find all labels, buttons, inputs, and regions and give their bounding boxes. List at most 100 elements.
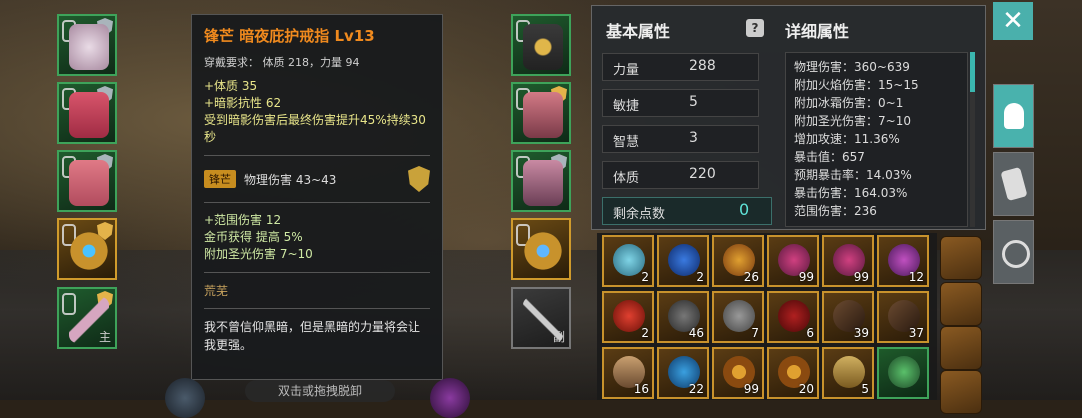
item-count: 99 bbox=[743, 382, 759, 396]
helmet-icon bbox=[69, 24, 109, 70]
unequip-hint: 双击或拖拽脱卸 bbox=[245, 380, 395, 402]
detail-item: 附加火焰伤害：15~15 bbox=[794, 78, 919, 92]
skill-orb[interactable] bbox=[430, 378, 470, 418]
stat-label: 敏捷 bbox=[613, 99, 640, 114]
detail-scrollbar[interactable] bbox=[970, 52, 975, 227]
equip-slot-main-weapon[interactable]: 主 bbox=[57, 287, 117, 349]
divider bbox=[204, 308, 430, 309]
inventory-slot[interactable] bbox=[877, 347, 929, 399]
item-count: 22 bbox=[688, 382, 704, 396]
inventory-slot[interactable]: 37 bbox=[877, 291, 929, 343]
inventory-slot[interactable]: 26 bbox=[712, 235, 764, 287]
item-count: 2 bbox=[696, 270, 704, 284]
item-count: 2 bbox=[641, 326, 649, 340]
stat-agility: 敏捷 5 bbox=[602, 89, 759, 117]
inventory-slot[interactable]: 99 bbox=[822, 235, 874, 287]
item-attr: +暗影抗性 62 bbox=[204, 96, 282, 110]
item-count: 99 bbox=[798, 270, 814, 284]
equip-slot-chest[interactable] bbox=[57, 82, 117, 144]
inventory-slot[interactable]: 99 bbox=[767, 235, 819, 287]
item-attr: 受到暗影伤害后最终伤害提升45%持续30秒 bbox=[204, 113, 426, 144]
inventory-slot[interactable]: 99 bbox=[712, 347, 764, 399]
bag-icon[interactable] bbox=[940, 282, 982, 326]
stat-label: 体质 bbox=[613, 171, 640, 186]
ring-icon bbox=[1002, 240, 1030, 268]
gloves-icon bbox=[1000, 166, 1028, 202]
item-title: 锋芒 暗夜庇护戒指 Lv13 bbox=[204, 27, 375, 45]
divider bbox=[204, 202, 430, 203]
inventory-slot[interactable]: 22 bbox=[657, 347, 709, 399]
inventory-slot[interactable]: 12 bbox=[877, 235, 929, 287]
inventory-slot[interactable]: 46 bbox=[657, 291, 709, 343]
free-points: 剩余点数 0 bbox=[602, 197, 772, 225]
item-tooltip: 锋芒 暗夜庇护戒指 Lv13 穿戴要求： 体质 218，力量 94 +体质 35… bbox=[191, 14, 443, 380]
item-count: 7 bbox=[751, 326, 759, 340]
bag-icon[interactable] bbox=[940, 370, 982, 414]
necklace-icon bbox=[523, 24, 563, 70]
amulet-icon bbox=[888, 356, 920, 388]
detail-item: 增加攻速：11.36% bbox=[794, 132, 900, 146]
tab-skills[interactable] bbox=[993, 152, 1034, 216]
detail-item: 预期暴击率：14.03% bbox=[794, 168, 912, 182]
equip-slot-boots[interactable] bbox=[511, 150, 571, 212]
inventory-slot[interactable]: 39 bbox=[822, 291, 874, 343]
item-count: 5 bbox=[861, 382, 869, 396]
skill-orb[interactable] bbox=[165, 378, 205, 418]
item-flavor-text: 我不曾信仰黑暗，但是黑暗的力量将会让我更强。 bbox=[204, 320, 421, 352]
bag-icon[interactable] bbox=[940, 236, 982, 280]
inventory-slot[interactable]: 2 bbox=[657, 235, 709, 287]
item-count: 26 bbox=[743, 270, 759, 284]
off-hand-tag: 副 bbox=[552, 330, 565, 344]
equip-slot-helmet[interactable] bbox=[57, 14, 117, 76]
item-origin: 荒芜 bbox=[204, 284, 229, 298]
item-count: 12 bbox=[908, 270, 924, 284]
equip-slot-ring-left[interactable] bbox=[57, 218, 117, 280]
inventory-slot[interactable]: 5 bbox=[822, 347, 874, 399]
stat-value: 220 bbox=[689, 166, 716, 182]
divider bbox=[204, 155, 430, 156]
tab-equipment[interactable] bbox=[993, 84, 1034, 148]
detail-item: 物理伤害：360~639 bbox=[794, 60, 910, 74]
detail-attributes-header: 详细属性 bbox=[785, 22, 850, 41]
tab-accessories[interactable] bbox=[993, 220, 1034, 284]
legs-armor-icon bbox=[69, 160, 109, 206]
item-count: 37 bbox=[908, 326, 924, 340]
detail-item: 附加冰霜伤害：0~1 bbox=[794, 96, 904, 110]
boots-icon bbox=[523, 160, 563, 206]
equip-slot-offhand[interactable]: 副 bbox=[511, 287, 571, 349]
item-count: 6 bbox=[806, 326, 814, 340]
inventory-slot[interactable]: 2 bbox=[602, 235, 654, 287]
detail-item: 暴击伤害：164.03% bbox=[794, 186, 908, 200]
enchant-text: 物理伤害 43~43 bbox=[244, 172, 337, 187]
shield-icon bbox=[408, 166, 430, 192]
detail-item: 暴击值：657 bbox=[794, 150, 865, 164]
bonus-attr: +范围伤害 12 bbox=[204, 213, 282, 227]
inventory-slot[interactable]: 7 bbox=[712, 291, 764, 343]
equip-slot-gloves[interactable] bbox=[511, 82, 571, 144]
item-count: 16 bbox=[633, 382, 649, 396]
bag-icon[interactable] bbox=[940, 326, 982, 370]
chest-armor-icon bbox=[69, 92, 109, 138]
item-count: 46 bbox=[688, 326, 704, 340]
enchant-tag: 锋芒 bbox=[204, 170, 236, 188]
equip-slot-ring-right[interactable] bbox=[511, 218, 571, 280]
bonus-attr: 金币获得 提高 5% bbox=[204, 230, 303, 244]
close-button[interactable]: ✕ bbox=[993, 2, 1033, 40]
enchant-row: 锋芒 物理伤害 43~43 bbox=[204, 165, 430, 193]
stat-value: 5 bbox=[689, 94, 698, 110]
stat-strength: 力量 288 bbox=[602, 53, 759, 81]
equip-slot-legs[interactable] bbox=[57, 150, 117, 212]
inventory-slot[interactable]: 6 bbox=[767, 291, 819, 343]
equip-slot-necklace[interactable] bbox=[511, 14, 571, 76]
detail-item: 附加圣光伤害：7~10 bbox=[794, 114, 911, 128]
inventory-slot[interactable]: 20 bbox=[767, 347, 819, 399]
inventory-slot[interactable]: 2 bbox=[602, 291, 654, 343]
inventory-slot[interactable]: 16 bbox=[602, 347, 654, 399]
item-count: 39 bbox=[853, 326, 869, 340]
stat-constitution: 体质 220 bbox=[602, 161, 759, 189]
free-points-value: 0 bbox=[739, 200, 750, 219]
ring-icon bbox=[69, 228, 109, 274]
detail-list[interactable]: 物理伤害：360~639 附加火焰伤害：15~15 附加冰霜伤害：0~1 附加圣… bbox=[785, 52, 968, 227]
stat-label: 智慧 bbox=[613, 135, 640, 150]
help-icon[interactable]: ? bbox=[746, 19, 764, 37]
